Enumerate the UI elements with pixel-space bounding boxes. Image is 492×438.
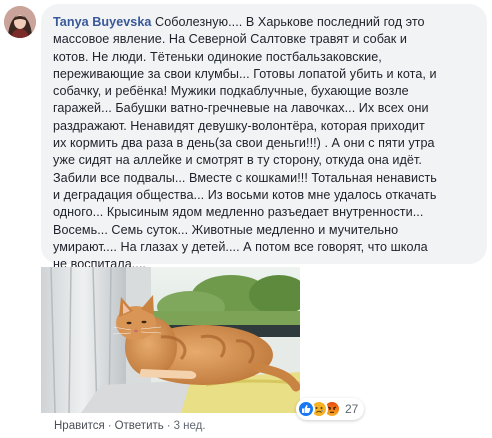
- comment-body: Tanya Buyevska Соболезную.... В Харькове…: [53, 14, 475, 273]
- author-avatar[interactable]: [4, 6, 36, 38]
- reactions-summary[interactable]: 27: [296, 398, 365, 420]
- separator: ·: [107, 420, 112, 432]
- like-link[interactable]: Нравится: [54, 420, 105, 432]
- separator: ·: [166, 420, 171, 432]
- comment-timestamp[interactable]: 3 нед.: [174, 420, 206, 432]
- comment-bubble: Tanya Buyevska Соболезную.... В Харькове…: [41, 4, 487, 271]
- like-icon: [297, 400, 315, 418]
- comment-photo[interactable]: [41, 267, 300, 413]
- comment-text: Соболезную.... В Харькове последний год …: [53, 15, 437, 272]
- author-name[interactable]: Tanya Buyevska: [53, 15, 151, 29]
- comment-actions: Нравится · Ответить · 3 нед.: [54, 420, 206, 432]
- reaction-count: 27: [345, 402, 359, 416]
- reply-link[interactable]: Ответить: [115, 420, 164, 432]
